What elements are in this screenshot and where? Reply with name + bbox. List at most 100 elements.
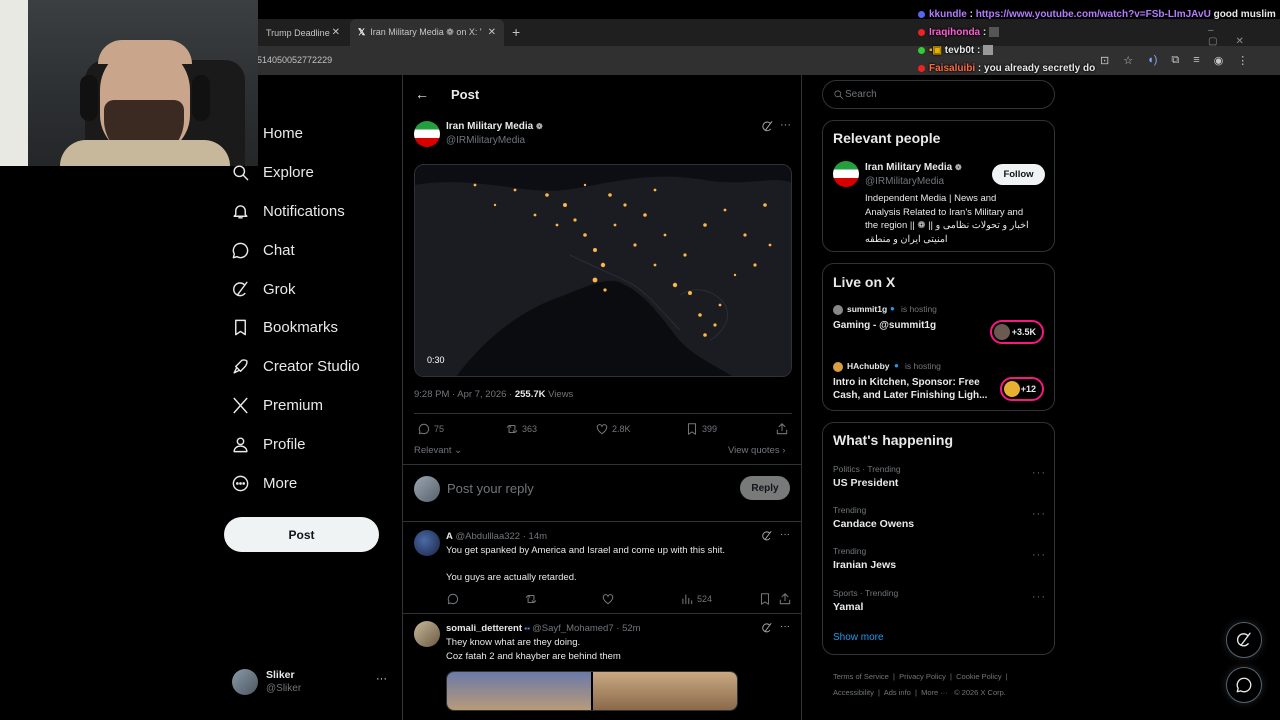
nav-creator-studio[interactable]: Creator Studio: [231, 357, 360, 376]
new-tab-icon[interactable]: +: [512, 24, 520, 40]
bookmark-icon: [687, 423, 697, 435]
avatar[interactable]: [833, 161, 859, 187]
bookmark-icon: [760, 593, 770, 605]
chat-bubble-icon: [232, 242, 249, 259]
close-tab-icon[interactable]: ✕: [332, 27, 340, 38]
bookmark-action[interactable]: [758, 592, 775, 606]
footer-link[interactable]: More ···: [921, 688, 948, 697]
nav-chat[interactable]: Chat: [231, 241, 295, 260]
footer-link[interactable]: Terms of Service: [833, 672, 889, 681]
nav-profile[interactable]: Profile: [231, 435, 306, 454]
chat-text: good muslim: [1210, 9, 1276, 20]
avatar[interactable]: [414, 530, 440, 556]
browser-tab-active[interactable]: 𝕏 Iran Military Media ❁ on X: "htt ✕: [350, 19, 504, 46]
trend-item[interactable]: Trending Candace Owens ···: [833, 505, 1048, 530]
footer-link[interactable]: Privacy Policy: [899, 672, 946, 681]
view-quotes-link[interactable]: View quotes ›: [728, 445, 785, 456]
grok-fab[interactable]: [1226, 622, 1262, 658]
badge-icon: ▪▣: [929, 45, 945, 56]
avatar[interactable]: [414, 621, 440, 647]
show-more-link[interactable]: Show more: [833, 632, 884, 643]
follow-button[interactable]: Follow: [992, 164, 1045, 185]
author-handle[interactable]: @IRMilitaryMedia: [446, 135, 525, 146]
nav-explore[interactable]: Explore: [231, 163, 314, 182]
more-icon: ···: [1032, 508, 1046, 520]
reply-author[interactable]: somali_detterent ▪▪ @Sayf_Mohamed7 · 52m: [446, 623, 641, 634]
reply-input[interactable]: Post your reply: [447, 481, 534, 496]
tab-search-icon[interactable]: ≡: [1193, 54, 1199, 67]
sort-dropdown[interactable]: Relevant ⌄: [414, 445, 462, 456]
heart-icon: [596, 424, 608, 435]
audio-icon[interactable]: ◖): [1147, 54, 1157, 67]
bookmark-action[interactable]: 399: [685, 422, 717, 436]
nav-label: Premium: [263, 397, 324, 414]
footer-links: Terms of Service | Privacy Policy | Cook…: [833, 672, 1008, 697]
account-switcher[interactable]: Sliker @Sliker ···: [230, 667, 390, 699]
reply-action[interactable]: [446, 592, 463, 606]
chat-message: Faisaluibi : you already secretly do: [918, 63, 1095, 74]
grok-icon[interactable]: [761, 622, 773, 634]
close-tab-icon[interactable]: ✕: [488, 27, 496, 38]
more-icon[interactable]: ···: [780, 621, 790, 632]
reply-media[interactable]: [446, 671, 738, 711]
person-handle[interactable]: @IRMilitaryMedia: [865, 176, 944, 187]
star-icon[interactable]: ☆: [1123, 54, 1133, 67]
grok-icon[interactable]: [761, 530, 773, 542]
analytics-icon: [682, 594, 693, 605]
live-item[interactable]: HAchubby ● is hosting Intro in Kitchen, …: [833, 361, 1048, 406]
more-icon[interactable]: ···: [780, 529, 790, 540]
search-icon: [834, 90, 844, 100]
author-name[interactable]: Iran Military Media ❁: [446, 121, 543, 132]
repost-icon: [525, 594, 537, 604]
search-input[interactable]: Search: [822, 80, 1055, 109]
trend-item[interactable]: Sports · Trending Yamal ···: [833, 588, 1048, 613]
messages-fab[interactable]: [1226, 667, 1262, 703]
nav-label: Chat: [263, 242, 295, 259]
footer-link[interactable]: Accessibility: [833, 688, 874, 697]
nav-more[interactable]: More: [231, 474, 297, 493]
chat-text: you already secretly do: [984, 63, 1096, 74]
reply-action[interactable]: 75: [417, 422, 444, 436]
browser-menu-icon[interactable]: ⋮: [1237, 54, 1248, 67]
nav-notifications[interactable]: Notifications: [231, 202, 345, 221]
chat-bubble-icon: [1236, 677, 1252, 693]
footer-link[interactable]: Cookie Policy: [956, 672, 1001, 681]
nav-grok[interactable]: Grok: [231, 280, 296, 299]
share-action[interactable]: [778, 592, 795, 606]
more-icon[interactable]: ···: [376, 673, 387, 685]
emote-icon: [989, 27, 1000, 38]
more-icon[interactable]: ···: [780, 119, 791, 131]
reply-author[interactable]: A @Abdulllaa322 · 14m: [446, 531, 547, 542]
footer-link[interactable]: Ads info: [884, 688, 911, 697]
window-controls[interactable]: –▢✕: [1208, 25, 1280, 47]
back-arrow-icon[interactable]: ←: [415, 86, 429, 102]
browser-tab[interactable]: Trump Deadline ✕: [258, 19, 348, 46]
nav-premium[interactable]: Premium: [231, 396, 323, 415]
like-action[interactable]: 2.8K: [595, 422, 631, 436]
views-action[interactable]: 524: [680, 592, 712, 606]
trend-item[interactable]: Trending Iranian Jews ···: [833, 546, 1048, 571]
verified-icon: ●: [890, 304, 895, 313]
live-item[interactable]: summit1g ● is hosting Gaming - @summit1g…: [833, 304, 1048, 349]
trend-item[interactable]: Politics · Trending US President ···: [833, 464, 1048, 489]
profile-icon[interactable]: ◉: [1214, 54, 1224, 67]
repost-action[interactable]: 363: [505, 422, 537, 436]
nav-home[interactable]: Home: [231, 124, 303, 143]
extensions-icon[interactable]: ⧉: [1171, 54, 1179, 67]
share-action[interactable]: [775, 422, 792, 436]
chat-username: tevb0t: [944, 45, 975, 56]
person-name[interactable]: Iran Military Media ❁: [865, 162, 962, 173]
install-icon[interactable]: ⊡: [1100, 54, 1109, 67]
nav-label: More: [263, 475, 298, 492]
address-bar[interactable]: 514050052772229 ⊡ ☆ ◖) ⧉ ≡ ◉ ⋮: [257, 46, 1280, 75]
chat-link[interactable]: https://www.youtube.com/watch?v=FSb-LImJ…: [976, 9, 1211, 20]
post-button[interactable]: Post: [224, 517, 379, 552]
like-action[interactable]: [601, 592, 618, 606]
nav-bookmarks[interactable]: Bookmarks: [231, 318, 338, 337]
video-player[interactable]: 0:30: [414, 164, 792, 377]
reply-button[interactable]: Reply: [740, 476, 790, 500]
grok-icon[interactable]: [761, 120, 774, 133]
repost-icon: [506, 424, 518, 434]
repost-action[interactable]: [524, 592, 541, 606]
author-avatar[interactable]: [414, 121, 440, 147]
